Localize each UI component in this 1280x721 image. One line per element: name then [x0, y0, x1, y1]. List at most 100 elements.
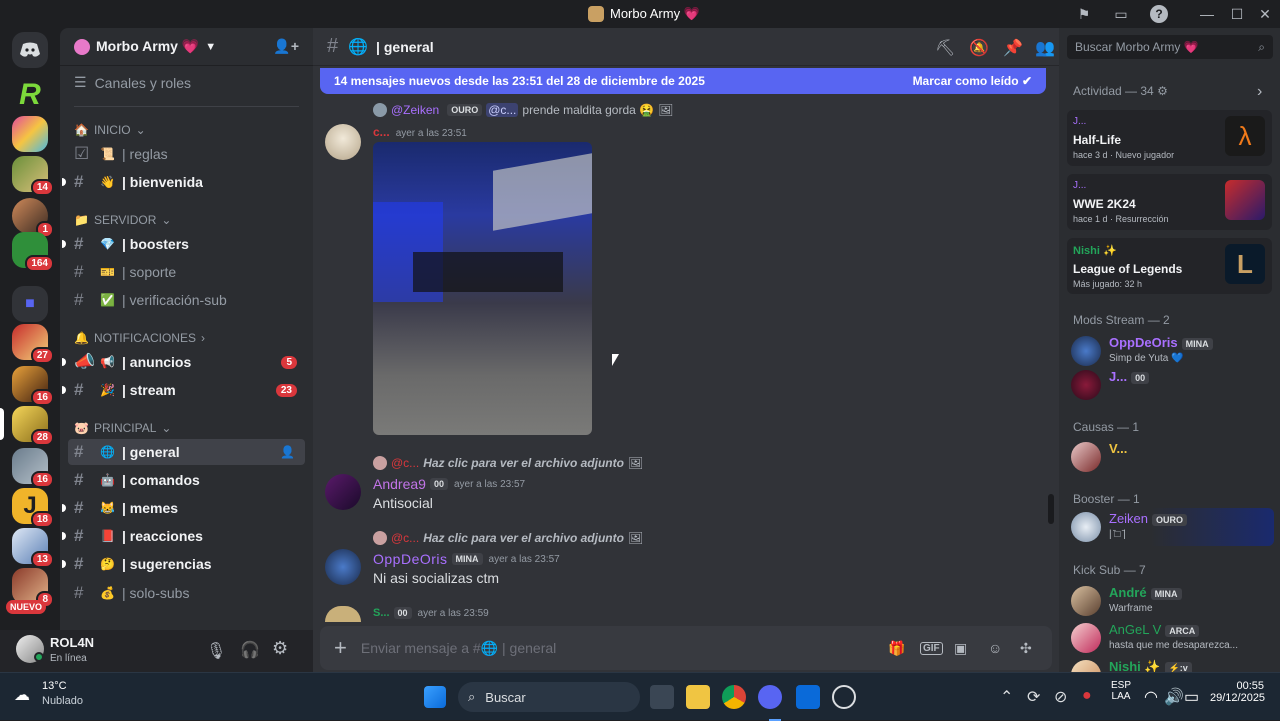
- pin-icon[interactable]: 📌: [1003, 38, 1023, 58]
- channel-sugerencias[interactable]: # 🤔 | sugerencias: [62, 551, 305, 577]
- chrome-icon[interactable]: [722, 685, 746, 709]
- author-name[interactable]: Andrea9: [373, 476, 426, 492]
- activity-card[interactable]: J... Half-Life hace 3 d · Nuevo jugador …: [1067, 110, 1272, 166]
- category-servidor[interactable]: 📁 SERVIDOR ⌄: [74, 213, 171, 227]
- clock[interactable]: 00:55 29/12/2025: [1210, 680, 1265, 704]
- image-attachment[interactable]: [373, 142, 592, 435]
- channel-stream[interactable]: # 🎉 | stream 23: [62, 377, 305, 403]
- category-principal[interactable]: 🐷 PRINCIPAL ⌄: [74, 421, 171, 435]
- member-item[interactable]: AnGeL V ARCA hasta que me desaparezca...: [1069, 619, 1274, 659]
- mark-read-button[interactable]: Marcar como leído ✔: [913, 74, 1032, 88]
- member-item[interactable]: V...: [1069, 438, 1274, 478]
- member-list-icon[interactable]: 👥: [1035, 38, 1055, 58]
- threads-icon[interactable]: ⛏: [935, 38, 955, 58]
- inbox-icon[interactable]: ▭: [1112, 5, 1130, 23]
- channel-solo-subs[interactable]: # 💰 | solo-subs: [68, 580, 305, 606]
- taskbar-search[interactable]: ⌕ Buscar: [458, 682, 640, 712]
- server-icon[interactable]: 13: [12, 528, 54, 568]
- server-icon[interactable]: 164: [12, 232, 54, 272]
- channel-boosters[interactable]: # 💎 | boosters: [62, 231, 305, 257]
- avatar[interactable]: [325, 474, 361, 510]
- discord-icon[interactable]: [758, 685, 782, 709]
- invite-icon[interactable]: 👤: [280, 445, 295, 459]
- server-icon[interactable]: 1: [12, 198, 54, 238]
- settings-gear-icon[interactable]: ⚙: [272, 638, 288, 659]
- member-item[interactable]: Nishi ✨ ⚡:v: [1069, 656, 1274, 672]
- server-icon-active[interactable]: 28: [12, 406, 54, 446]
- language-indicator[interactable]: ESP LAA: [1111, 680, 1131, 702]
- scrollbar-thumb[interactable]: [1048, 494, 1054, 524]
- author-name[interactable]: S...: [373, 607, 390, 619]
- reply-preview[interactable]: @c... Haz clic para ver el archivo adjun…: [373, 456, 643, 470]
- volume-icon[interactable]: 🔊: [1164, 687, 1184, 707]
- reply-preview[interactable]: @c... Haz clic para ver el archivo adjun…: [373, 531, 643, 545]
- server-header[interactable]: Morbo Army 💗 ▼ 👤+: [60, 28, 313, 66]
- member-item[interactable]: André MINA Warframe: [1069, 582, 1274, 622]
- channel-general[interactable]: # 🌐 | general 👤: [68, 439, 305, 465]
- category-inicio[interactable]: 🏠 INICIO ⌄: [74, 123, 146, 137]
- avatar[interactable]: [325, 124, 361, 160]
- category-notificaciones[interactable]: 🔔 NOTIFICACIONES ›: [74, 331, 205, 345]
- author-name[interactable]: c...: [373, 125, 390, 139]
- message-input[interactable]: Enviar mensaje a #🌐 | general: [361, 640, 556, 657]
- channel-bienvenida[interactable]: # 👋 | bienvenida: [62, 169, 305, 195]
- new-messages-bar[interactable]: 14 mensajes nuevos desde las 23:51 del 2…: [320, 68, 1046, 94]
- activity-card[interactable]: J... WWE 2K24 hace 1 d · Resurrección: [1067, 174, 1272, 230]
- channel-verificacion-sub[interactable]: # ✅ | verificación-sub: [68, 287, 305, 313]
- invite-user-icon[interactable]: 👤+: [273, 38, 299, 55]
- windows-start-icon[interactable]: [424, 686, 446, 708]
- vscode-icon[interactable]: [796, 685, 820, 709]
- channel-reglas[interactable]: ☑ 📜 | reglas: [68, 141, 305, 167]
- close-icon[interactable]: ✕: [1256, 5, 1274, 23]
- weather-cloud-icon[interactable]: ☁: [14, 685, 38, 705]
- channel-comandos[interactable]: # 🤖 | comandos: [68, 467, 305, 493]
- reply-preview[interactable]: @Zeiken OURO @c... prende maldita gorda …: [373, 103, 673, 117]
- server-icon[interactable]: J 18: [12, 488, 54, 528]
- app-icon[interactable]: [832, 685, 856, 709]
- channel-anuncios[interactable]: 📣 📢 | anuncios 5: [62, 349, 305, 375]
- gift-icon[interactable]: 🎁: [888, 640, 905, 657]
- discord-home-icon[interactable]: [12, 32, 48, 68]
- chevron-right-icon[interactable]: ›: [1257, 83, 1262, 101]
- server-icon[interactable]: 14: [12, 156, 54, 196]
- member-item[interactable]: J... 00: [1069, 366, 1274, 406]
- member-item[interactable]: Zeiken OURO | ̄□ ̄|: [1069, 508, 1274, 546]
- message-composer[interactable]: + Enviar mensaje a #🌐 | general 🎁 GIF ▣ …: [320, 626, 1052, 670]
- activity-card[interactable]: Nishi ✨ League of Legends Más jugado: 32…: [1067, 238, 1272, 294]
- minimize-icon[interactable]: —: [1198, 5, 1216, 23]
- server-icon[interactable]: 8: [12, 568, 54, 608]
- channel-soporte[interactable]: # 🎫 | soporte: [68, 259, 305, 285]
- server-r-icon[interactable]: R: [12, 78, 48, 114]
- new-badge[interactable]: NUEVO: [6, 600, 47, 614]
- sync-icon[interactable]: ⟳: [1027, 687, 1040, 707]
- gear-icon[interactable]: ⚙: [1157, 84, 1168, 98]
- maximize-icon[interactable]: ☐: [1228, 5, 1246, 23]
- server-icon[interactable]: 27: [12, 324, 54, 364]
- microphone-icon[interactable]: ●: [1082, 687, 1092, 705]
- add-attachment-icon[interactable]: +: [334, 635, 347, 661]
- mute-icon[interactable]: 🔕: [969, 38, 989, 58]
- apps-icon[interactable]: ✣: [1020, 640, 1032, 657]
- sticker-icon[interactable]: ▣: [954, 640, 967, 657]
- channel-reacciones[interactable]: # 📕 | reacciones: [62, 523, 305, 549]
- search-input[interactable]: Buscar Morbo Army 💗 ⌕: [1067, 35, 1273, 59]
- avatar[interactable]: [325, 549, 361, 585]
- channel-memes[interactable]: # 😹 | memes: [62, 495, 305, 521]
- camera-off-icon[interactable]: ⊘: [1054, 687, 1067, 707]
- server-icon[interactable]: 16: [12, 366, 54, 406]
- file-explorer-icon[interactable]: [686, 685, 710, 709]
- task-view-icon[interactable]: [650, 685, 674, 709]
- help-icon[interactable]: ?: [1150, 5, 1168, 23]
- username[interactable]: ROL4N: [50, 635, 94, 650]
- folder-icon[interactable]: ■: [12, 286, 48, 322]
- wifi-icon[interactable]: ◠: [1144, 687, 1158, 707]
- avatar[interactable]: [325, 606, 361, 622]
- headphones-icon[interactable]: 🎧: [240, 640, 260, 660]
- emoji-icon[interactable]: ☺: [988, 640, 1002, 656]
- server-icon[interactable]: [12, 116, 48, 152]
- microphone-icon[interactable]: 🎙: [206, 641, 226, 661]
- server-icon[interactable]: 16: [12, 448, 54, 488]
- chevron-up-icon[interactable]: ⌃: [1000, 687, 1013, 707]
- author-name[interactable]: OppDeOris: [373, 551, 448, 567]
- channels-roles-item[interactable]: ☰ Canales y roles: [74, 74, 191, 91]
